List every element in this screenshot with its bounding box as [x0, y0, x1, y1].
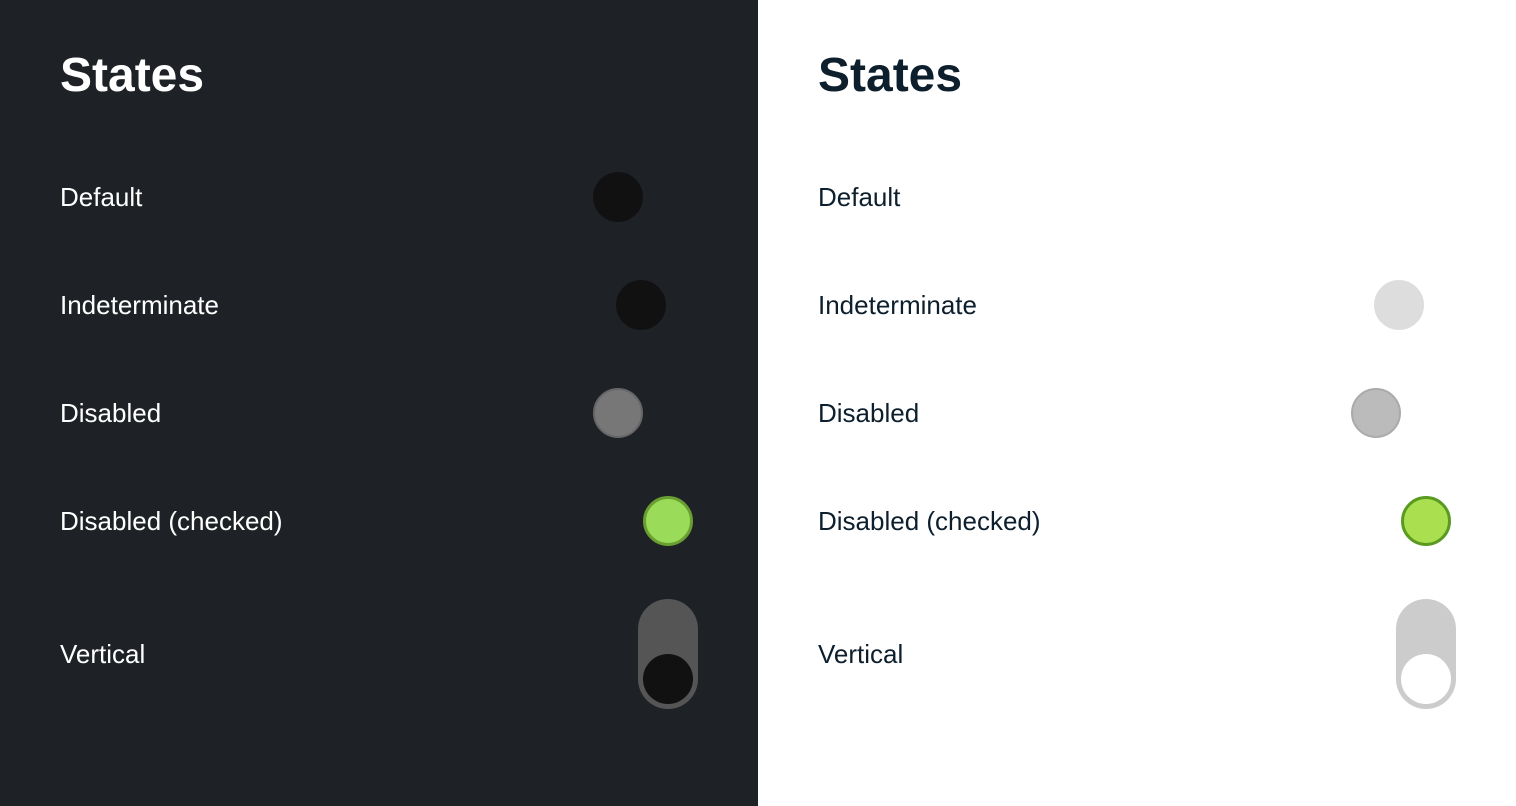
state-row-disabled-checked-dark: Disabled (checked) — [60, 467, 698, 575]
state-label-default-light: Default — [818, 182, 900, 213]
toggle-vertical-dark[interactable] — [638, 599, 698, 709]
state-label-indeterminate-light: Indeterminate — [818, 290, 977, 321]
toggle-disabled-checked-light — [1346, 491, 1456, 551]
toggle-disabled-light — [1346, 383, 1456, 443]
state-label-disabled-light: Disabled — [818, 398, 919, 429]
toggle-disabled-dark — [588, 383, 698, 443]
dark-panel-title: States — [60, 48, 698, 103]
state-row-disabled-light: Disabled — [818, 359, 1456, 467]
state-row-vertical-dark: Vertical — [60, 575, 698, 733]
light-panel-title: States — [818, 48, 1456, 103]
toggle-default-light[interactable] — [1346, 167, 1456, 227]
toggle-indeterminate-light[interactable] — [1346, 275, 1456, 335]
toggle-indeterminate-dark[interactable] — [588, 275, 698, 335]
state-label-disabled-checked-light: Disabled (checked) — [818, 506, 1041, 537]
state-label-vertical-dark: Vertical — [60, 639, 145, 670]
state-row-indeterminate-dark: Indeterminate — [60, 251, 698, 359]
state-label-disabled-dark: Disabled — [60, 398, 161, 429]
dark-panel: States Default Indeterminate Disabled Di… — [0, 0, 758, 806]
state-row-default-light: Default — [818, 143, 1456, 251]
state-row-vertical-light: Vertical — [818, 575, 1456, 733]
state-row-indeterminate-light: Indeterminate — [818, 251, 1456, 359]
state-row-disabled-dark: Disabled — [60, 359, 698, 467]
state-label-indeterminate-dark: Indeterminate — [60, 290, 219, 321]
state-label-disabled-checked-dark: Disabled (checked) — [60, 506, 283, 537]
state-label-default-dark: Default — [60, 182, 142, 213]
state-row-disabled-checked-light: Disabled (checked) — [818, 467, 1456, 575]
state-label-vertical-light: Vertical — [818, 639, 903, 670]
light-panel: States Default Indeterminate Disabled Di… — [758, 0, 1516, 806]
toggle-disabled-checked-dark — [588, 491, 698, 551]
state-row-default-dark: Default — [60, 143, 698, 251]
toggle-default-dark[interactable] — [588, 167, 698, 227]
toggle-vertical-light[interactable] — [1396, 599, 1456, 709]
